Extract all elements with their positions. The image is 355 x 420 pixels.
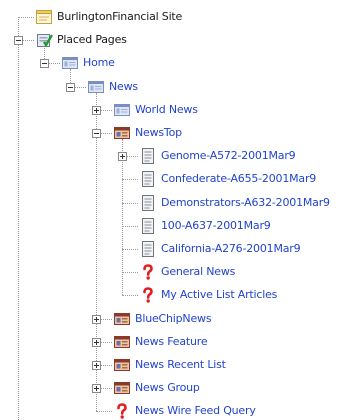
tree-node-label[interactable]: News Recent List	[135, 357, 226, 373]
expand-toggle[interactable]	[92, 105, 101, 115]
tree-node-genome-a572-2001mar9[interactable]: Genome-A572-2001Mar9	[139, 146, 296, 166]
tree-node-label[interactable]: NewsTop	[135, 125, 182, 141]
tree-node-news-recent-list[interactable]: News Recent List	[113, 355, 226, 375]
tree-node-label[interactable]: News	[109, 79, 138, 95]
document-icon	[139, 240, 157, 258]
tree-node-general-news[interactable]: General News	[139, 262, 235, 282]
tree-node-label[interactable]: News Wire Feed Query	[135, 403, 256, 419]
tree-node-demonstrators-a632-2001mar9[interactable]: Demonstrators-A632-2001Mar9	[139, 193, 330, 213]
tree-node-label[interactable]: News Feature	[135, 334, 208, 350]
page-folder-icon	[61, 54, 79, 72]
document-icon	[139, 194, 157, 212]
expand-toggle[interactable]	[92, 314, 101, 324]
tree-connector-line	[122, 272, 138, 274]
tree-node-home[interactable]: Home	[61, 53, 115, 73]
news-folder-icon	[113, 310, 131, 328]
document-icon	[139, 170, 157, 188]
tree-node-label[interactable]: Home	[83, 55, 115, 71]
placed-pages-icon	[35, 31, 54, 49]
tree-node-label[interactable]: Demonstrators-A632-2001Mar9	[161, 195, 330, 211]
collapse-toggle[interactable]	[66, 82, 75, 92]
tree-connector-line	[122, 295, 138, 297]
tree-connector-line	[122, 179, 138, 181]
tree-node-newstop[interactable]: NewsTop	[113, 123, 182, 143]
tree-node-burlingtonfinancial-site[interactable]: BurlingtonFinancial Site	[35, 7, 182, 27]
site-tree: BurlingtonFinancial Site Placed Pages Ho…	[0, 0, 355, 420]
page-folder-icon	[87, 78, 105, 96]
question-icon	[139, 286, 157, 304]
tree-connector-line	[96, 411, 112, 413]
tree-connector-line	[122, 249, 138, 250]
document-icon	[139, 147, 157, 165]
tree-node-label[interactable]: California-A276-2001Mar9	[161, 241, 301, 257]
tree-node-label[interactable]: 100-A637-2001Mar9	[161, 218, 271, 234]
tree-node-news-group[interactable]: News Group	[113, 378, 200, 398]
tree-node-news[interactable]: News	[87, 77, 138, 97]
collapse-toggle[interactable]	[40, 59, 49, 69]
collapse-toggle[interactable]	[14, 36, 23, 46]
tree-connector-line	[122, 202, 138, 204]
site-icon	[35, 8, 53, 26]
tree-connector-line	[18, 17, 34, 18]
news-folder-icon	[113, 356, 131, 374]
news-folder-icon	[113, 333, 131, 351]
question-icon	[139, 263, 157, 281]
tree-node-label[interactable]: BlueChipNews	[135, 311, 212, 327]
tree-node-label[interactable]: Genome-A572-2001Mar9	[161, 148, 296, 164]
tree-node-label[interactable]: Placed Pages	[57, 32, 127, 48]
document-icon	[139, 217, 157, 235]
news-folder-icon	[113, 379, 131, 397]
tree-node-placed-pages[interactable]: Placed Pages	[35, 30, 127, 50]
tree-node-bluechipnews[interactable]: BlueChipNews	[113, 309, 212, 329]
tree-node-100-a637-2001mar9[interactable]: 100-A637-2001Mar9	[139, 216, 271, 236]
tree-connector-line	[18, 17, 19, 420]
news-folder-icon	[113, 124, 131, 142]
tree-node-label[interactable]: Confederate-A655-2001Mar9	[161, 171, 316, 187]
expand-toggle[interactable]	[92, 337, 101, 347]
expand-toggle[interactable]	[92, 361, 101, 370]
tree-node-news-feature[interactable]: News Feature	[113, 332, 208, 352]
tree-connector-line	[122, 225, 138, 227]
expand-toggle[interactable]	[118, 152, 127, 162]
tree-node-label[interactable]: BurlingtonFinancial Site	[57, 9, 182, 25]
tree-node-california-a276-2001mar9[interactable]: California-A276-2001Mar9	[139, 239, 301, 259]
tree-node-label[interactable]: News Group	[135, 380, 200, 396]
expand-toggle[interactable]	[92, 384, 101, 394]
collapse-toggle[interactable]	[92, 129, 101, 138]
tree-node-news-wire-feed-query[interactable]: News Wire Feed Query	[113, 401, 256, 420]
page-folder-icon	[113, 101, 131, 119]
tree-node-label[interactable]: General News	[161, 264, 235, 280]
tree-node-world-news[interactable]: World News	[113, 100, 198, 120]
question-icon	[113, 402, 131, 420]
tree-node-my-active-list-articles[interactable]: My Active List Articles	[139, 285, 277, 305]
tree-node-confederate-a655-2001mar9[interactable]: Confederate-A655-2001Mar9	[139, 169, 316, 189]
tree-node-label[interactable]: My Active List Articles	[161, 287, 277, 303]
tree-node-label[interactable]: World News	[135, 102, 198, 118]
